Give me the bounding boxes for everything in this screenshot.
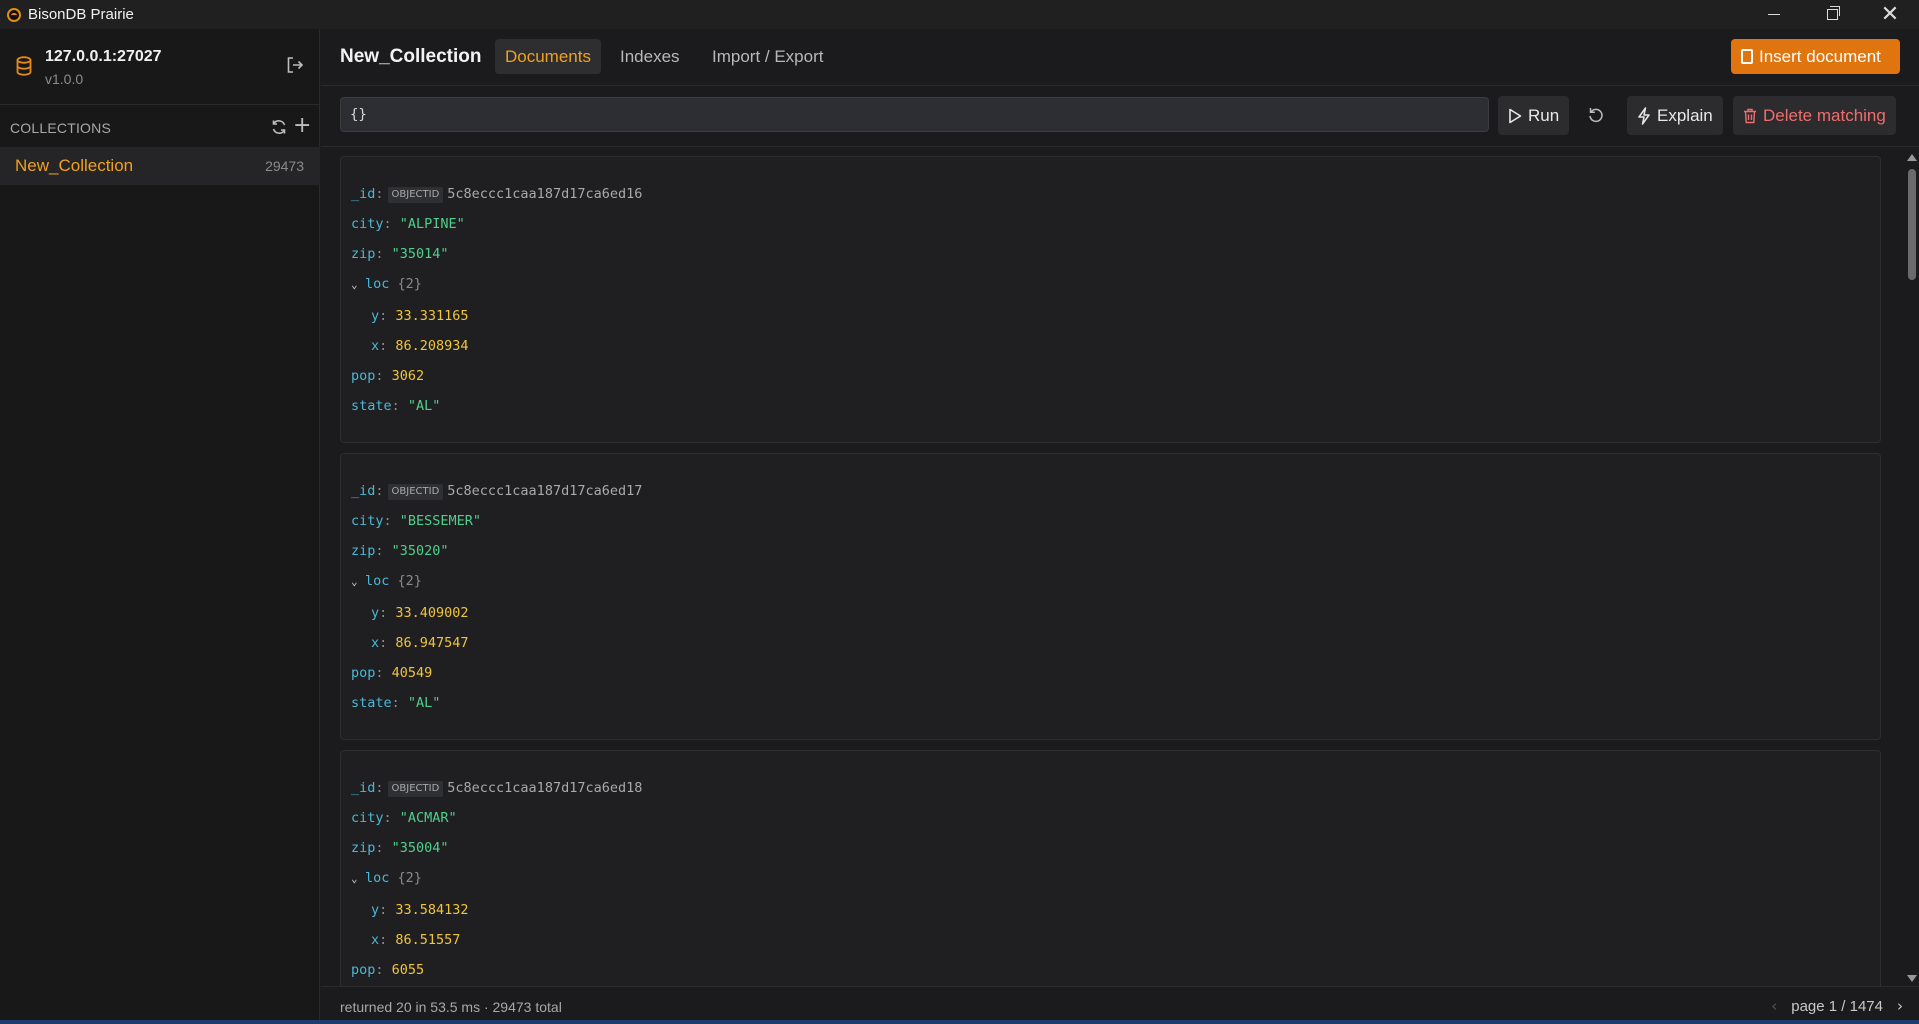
field-zip: zip: "35004" — [351, 840, 449, 856]
query-status: returned 20 in 53.5 ms · 29473 total — [340, 999, 562, 1015]
field-loc-x: x: 86.947547 — [371, 635, 469, 651]
minimize-icon — [1768, 14, 1780, 15]
run-button[interactable]: Run — [1498, 96, 1570, 135]
field-id: _id: OBJECTID 5c8eccc1caa187d17ca6ed16 — [351, 186, 643, 203]
field-pop: pop: 3062 — [351, 368, 425, 384]
document-card[interactable]: _id: OBJECTID 5c8eccc1caa187d17ca6ed17 cit… — [340, 453, 1881, 740]
delete-matching-button[interactable]: Delete matching — [1733, 96, 1896, 135]
connection-version: v1.0.0 — [45, 71, 84, 87]
field-state: state: "AL" — [351, 695, 441, 711]
title-bar: BisonDB Prairie ✕ — [0, 0, 1919, 29]
field-loc[interactable]: ⌄ loc {2} — [351, 274, 422, 294]
field-loc-x: x: 86.208934 — [371, 338, 469, 354]
reset-query-icon[interactable] — [1587, 106, 1605, 124]
page-title: New_Collection — [340, 46, 482, 67]
taskbar-edge — [0, 1020, 1919, 1024]
documents-list: _id: OBJECTID 5c8eccc1caa187d17ca6ed16 cit… — [321, 148, 1905, 986]
play-icon — [1509, 108, 1522, 123]
close-icon: ✕ — [1880, 1, 1900, 27]
field-state: state: "AL" — [351, 398, 441, 414]
close-window-button[interactable]: ✕ — [1861, 0, 1919, 29]
scroll-down-icon[interactable] — [1907, 975, 1917, 982]
chevron-down-icon[interactable]: ⌄ — [351, 869, 365, 889]
connection-panel: 127.0.0.1:27027 v1.0.0 — [0, 29, 320, 105]
app-title: BisonDB Prairie — [28, 6, 134, 23]
field-loc-y: y: 33.409002 — [371, 605, 469, 621]
objectid-badge: OBJECTID — [387, 484, 444, 500]
document-card[interactable]: _id: OBJECTID 5c8eccc1caa187d17ca6ed18 cit… — [340, 750, 1881, 986]
add-collection-icon[interactable]: + — [293, 115, 311, 137]
collection-name: New_Collection — [15, 156, 134, 175]
field-id: _id: OBJECTID 5c8eccc1caa187d17ca6ed17 — [351, 483, 643, 500]
run-label: Run — [1528, 105, 1560, 125]
page-indicator: page 1 / 1474 — [1791, 997, 1883, 1015]
field-loc-x: x: 86.51557 — [371, 932, 461, 948]
trash-icon — [1744, 108, 1756, 123]
chevron-left-icon[interactable]: ‹ — [1771, 997, 1777, 1015]
insert-document-button[interactable]: Insert document — [1731, 39, 1900, 74]
field-pop: pop: 6055 — [351, 962, 425, 978]
restore-button[interactable] — [1803, 0, 1861, 29]
filter-input[interactable] — [340, 97, 1489, 132]
minimize-button[interactable] — [1745, 0, 1803, 29]
field-loc[interactable]: ⌄ loc {2} — [351, 868, 422, 888]
app-logo-icon — [7, 7, 21, 22]
collection-toolbar: New_Collection Documents Indexes Import … — [321, 29, 1919, 86]
pagination: ‹ page 1 / 1474 › — [1771, 997, 1903, 1015]
explain-label: Explain — [1657, 105, 1713, 125]
restore-icon — [1826, 6, 1840, 20]
document-card[interactable]: _id: OBJECTID 5c8eccc1caa187d17ca6ed16 cit… — [340, 156, 1881, 443]
collections-title: COLLECTIONS — [10, 120, 111, 136]
field-city: city: "BESSEMER" — [351, 513, 482, 529]
tab-documents[interactable]: Documents — [495, 39, 601, 74]
query-bar: Run Explain Delete matching — [321, 86, 1919, 147]
insert-document-label: Insert document — [1759, 46, 1881, 66]
field-id: _id: OBJECTID 5c8eccc1caa187d17ca6ed18 — [351, 780, 643, 797]
lightning-icon — [1638, 106, 1650, 125]
field-zip: zip: "35014" — [351, 246, 449, 262]
tab-import-export[interactable]: Import / Export — [702, 39, 833, 74]
document-plus-icon — [1741, 49, 1753, 64]
disconnect-icon[interactable] — [286, 56, 304, 74]
window-controls: ✕ — [1745, 0, 1919, 29]
scroll-up-icon[interactable] — [1907, 154, 1917, 161]
objectid-badge: OBJECTID — [387, 781, 444, 797]
status-bar: returned 20 in 53.5 ms · 29473 total ‹ p… — [321, 986, 1919, 1024]
connection-host: 127.0.0.1:27027 — [45, 48, 162, 65]
chevron-down-icon[interactable]: ⌄ — [351, 275, 365, 295]
field-loc[interactable]: ⌄ loc {2} — [351, 571, 422, 591]
collections-header: COLLECTIONS + — [10, 115, 311, 139]
collection-count: 29473 — [265, 158, 304, 174]
sidebar-item-collection[interactable]: New_Collection 29473 — [0, 147, 320, 185]
database-icon — [16, 56, 32, 76]
scroll-thumb[interactable] — [1908, 169, 1916, 280]
field-city: city: "ALPINE" — [351, 216, 465, 232]
refresh-icon[interactable] — [270, 118, 288, 136]
explain-button[interactable]: Explain — [1627, 96, 1723, 135]
field-city: city: "ACMAR" — [351, 810, 457, 826]
objectid-badge: OBJECTID — [387, 187, 444, 203]
tab-indexes[interactable]: Indexes — [610, 39, 690, 74]
chevron-down-icon[interactable]: ⌄ — [351, 572, 365, 592]
field-loc-y: y: 33.584132 — [371, 902, 469, 918]
chevron-right-icon[interactable]: › — [1897, 997, 1903, 1015]
delete-matching-label: Delete matching — [1763, 105, 1886, 125]
main-panel: New_Collection Documents Indexes Import … — [321, 29, 1919, 1024]
documents-scrollbar[interactable] — [1905, 148, 1919, 986]
sidebar: 127.0.0.1:27027 v1.0.0 COLLECTIONS + New… — [0, 29, 320, 1024]
field-loc-y: y: 33.331165 — [371, 308, 469, 324]
field-pop: pop: 40549 — [351, 665, 433, 681]
field-zip: zip: "35020" — [351, 543, 449, 559]
